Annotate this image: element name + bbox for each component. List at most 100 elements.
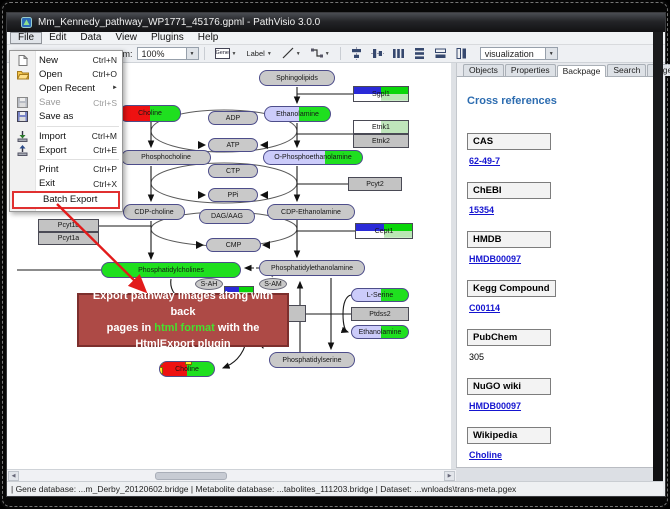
pathway-node-choline[interactable]: Choline <box>119 105 181 122</box>
menu-edit[interactable]: Edit <box>42 32 73 44</box>
visualization-combobox[interactable]: visualization ▼ <box>480 47 558 60</box>
menu-item-label: Batch Export <box>39 194 118 205</box>
section-header: HMDB <box>467 231 551 248</box>
tab-objects[interactable]: Objects <box>463 64 504 76</box>
scrollbar-thumb[interactable] <box>155 472 227 480</box>
pathway-node-dag-aag[interactable]: DAG/AAG <box>199 209 255 224</box>
pathway-node-phosphatidylethanolamine[interactable]: Phosphatidylethanolamine <box>259 260 365 276</box>
connector-tool-button[interactable]: ▼ <box>307 45 334 62</box>
tab-search[interactable]: Search <box>607 64 646 76</box>
screenshot-frame: Mm_Kennedy_pathway_WP1771_45176.gpml - P… <box>0 0 670 509</box>
section-header: NuGO wiki <box>467 378 551 395</box>
selection-handle[interactable] <box>159 367 163 374</box>
pathway-node-sphingolipids[interactable]: Sphingolipids <box>259 70 335 86</box>
pathway-node-phosphocholine[interactable]: Phosphocholine <box>121 150 211 165</box>
pathway-node-pcyt2[interactable]: Pcyt2 <box>348 177 402 191</box>
common-height-button[interactable] <box>453 46 470 61</box>
pathway-node-pcyt1a[interactable]: Pcyt1a <box>38 232 99 245</box>
selection-handle[interactable] <box>185 361 192 365</box>
pathway-node-cept1[interactable]: Cept1 <box>355 223 413 239</box>
xref-link-15354[interactable]: 15354 <box>469 205 494 215</box>
pathway-node-cdp-choline[interactable]: CDP-choline <box>123 204 185 220</box>
chevron-down-icon[interactable]: ▼ <box>186 48 198 59</box>
menu-help[interactable]: Help <box>191 32 226 44</box>
xref-link-c00114[interactable]: C00114 <box>469 303 500 313</box>
menu-file[interactable]: File <box>10 32 42 44</box>
scroll-left-icon[interactable]: ◀ <box>8 471 19 481</box>
datanode-button[interactable]: Gene ▼ <box>211 45 241 62</box>
pathway-node-ethanolamine[interactable]: Ethanolamine <box>351 325 409 339</box>
section-value: C00114 <box>469 303 643 313</box>
pathway-node-adp[interactable]: ADP <box>208 111 258 125</box>
scroll-right-icon[interactable]: ▶ <box>444 471 455 481</box>
pathway-node-pcyt1b[interactable]: Pcyt1b <box>38 219 99 232</box>
tutorial-annotation[interactable]: Export pathway images along with backpag… <box>77 293 289 347</box>
backpage-section-kegg-compound: Kegg CompoundC00114 <box>467 280 643 313</box>
chevron-down-icon: ▼ <box>232 51 237 57</box>
pathway-node-cmp[interactable]: CMP <box>206 238 261 252</box>
file-menu-item-batch-export[interactable]: Batch Export <box>14 193 118 207</box>
distribute-vertical-button[interactable] <box>411 46 428 61</box>
label-button[interactable]: Label ▼ <box>242 45 275 62</box>
menu-item-label: New <box>35 55 93 66</box>
annotation-line: HtmlExport plugin <box>135 336 230 352</box>
file-menu-item-new[interactable]: NewCtrl+N <box>10 53 122 67</box>
backpage-section-cas: CAS62-49-7 <box>467 133 643 166</box>
distribute-horizontal-button[interactable] <box>390 46 407 61</box>
new-file-icon <box>10 55 35 66</box>
chevron-down-icon[interactable]: ▼ <box>545 48 557 59</box>
title-bar[interactable]: Mm_Kennedy_pathway_WP1771_45176.gpml - P… <box>7 13 665 32</box>
menu-view[interactable]: View <box>108 32 144 44</box>
align-center-vertical-button[interactable] <box>369 46 386 61</box>
selection-handle[interactable] <box>159 361 163 365</box>
menu-data[interactable]: Data <box>73 32 108 44</box>
align-center-horizontal-button[interactable] <box>348 46 365 61</box>
menu-item-label: Export <box>35 145 93 156</box>
xref-link-hmdb00097[interactable]: HMDB00097 <box>469 254 521 264</box>
status-bar: | Gene database: ...m_Derby_20120602.bri… <box>7 481 663 495</box>
pathway-node-ppi[interactable]: PPi <box>208 188 258 202</box>
pathway-node-phosphatidylserine[interactable]: Phosphatidylserine <box>269 352 355 368</box>
section-value: Choline <box>469 450 643 460</box>
file-menu-item-export[interactable]: ExportCtrl+E <box>10 143 122 157</box>
pathway-node-ethanolamine[interactable]: Ethanolamine <box>264 106 331 122</box>
batch-export-highlight-box: Batch Export <box>12 191 120 209</box>
menu-separator <box>37 159 119 160</box>
selection-handle[interactable] <box>185 376 192 377</box>
menu-item-label: Save as <box>35 111 122 122</box>
pathway-node-l-serine[interactable]: L-Serine <box>351 288 409 302</box>
pathway-node-ptdss2[interactable]: Ptdss2 <box>351 307 409 321</box>
menu-plugins[interactable]: Plugins <box>144 32 191 44</box>
pathway-node-atp[interactable]: ATP <box>208 138 258 152</box>
side-panel-tabs: ObjectsPropertiesBackpageSearchLegend <box>457 63 653 77</box>
xref-link-62-49-7[interactable]: 62-49-7 <box>469 156 500 166</box>
file-menu-item-import[interactable]: ImportCtrl+M <box>10 129 122 143</box>
pathway-node-phosphatidylcholines[interactable]: Phosphatidylcholines <box>101 262 241 278</box>
file-menu-item-save-as[interactable]: Save as <box>10 110 122 124</box>
common-width-button[interactable] <box>432 46 449 61</box>
pathway-node-cdp-ethanolamine[interactable]: CDP-Ethanolamine <box>267 204 355 220</box>
pathway-node-ctp[interactable]: CTP <box>208 164 258 178</box>
open-folder-icon <box>10 69 35 80</box>
pathway-node-o-phosphoethanolamine[interactable]: O-Phosphoethanolamine <box>263 150 363 165</box>
file-menu-item-open-recent[interactable]: Open Recent► <box>10 81 122 95</box>
file-menu-item-exit[interactable]: ExitCtrl+X <box>10 177 122 191</box>
pathway-node-etnk2[interactable]: Etnk2 <box>353 134 409 148</box>
line-tool-button[interactable]: ▼ <box>278 45 305 62</box>
pathway-node-sgpl1[interactable]: Sgpl1 <box>353 86 409 102</box>
zoom-value: 100% <box>142 49 165 59</box>
pathway-node-etnk1[interactable]: Etnk1 <box>353 120 409 134</box>
zoom-combobox[interactable]: 100% ▼ <box>137 47 199 60</box>
pathway-node-choline[interactable]: Choline <box>159 361 215 377</box>
xref-link-hmdb00097[interactable]: HMDB00097 <box>469 401 521 411</box>
menubar: FileEditDataViewPluginsHelp <box>7 32 665 45</box>
tab-backpage[interactable]: Backpage <box>557 65 607 77</box>
save-as-floppy-icon <box>10 111 35 122</box>
file-menu-item-open[interactable]: OpenCtrl+O <box>10 67 122 81</box>
section-header: PubChem <box>467 329 551 346</box>
menu-item-label: Import <box>35 131 92 142</box>
file-menu-item-print[interactable]: PrintCtrl+P <box>10 162 122 176</box>
xref-link-choline[interactable]: Choline <box>469 450 502 460</box>
panel-scrollbar[interactable] <box>653 32 663 481</box>
tab-properties[interactable]: Properties <box>505 64 556 76</box>
